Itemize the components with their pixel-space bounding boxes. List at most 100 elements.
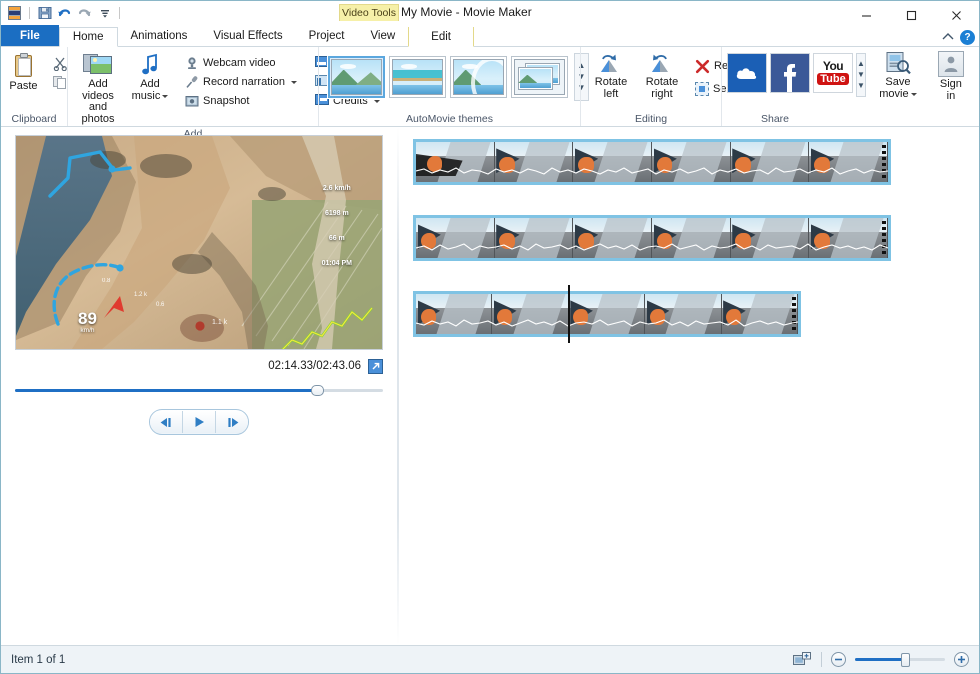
group-label-automovie: AutoMovie themes: [319, 112, 580, 126]
sign-in-icon: [938, 51, 964, 77]
add-videos-label-line2: and photos: [81, 101, 114, 125]
clip-frame: [492, 294, 568, 334]
speed-readout: 89 km/h: [78, 311, 97, 335]
help-icon[interactable]: ?: [960, 30, 975, 45]
remove-icon: [695, 59, 710, 74]
photos-icon: [83, 53, 113, 77]
timeline-playhead[interactable]: [568, 285, 570, 343]
app-menu-icon[interactable]: [6, 5, 23, 22]
sign-in-label-line1: Sign: [940, 78, 962, 90]
zoom-thumb[interactable]: [901, 653, 910, 667]
item-count-label: Item 1 of 1: [11, 654, 65, 666]
rotate-left-button[interactable]: Rotate left: [586, 51, 636, 102]
redo-icon[interactable]: [76, 5, 93, 22]
share-facebook-button[interactable]: [770, 53, 810, 93]
theme-thumbnail-1[interactable]: [328, 56, 385, 98]
clip-frame: [652, 142, 731, 182]
onedrive-icon: [728, 54, 766, 92]
share-more-icon[interactable]: ▼: [857, 82, 865, 90]
fullscreen-icon[interactable]: [368, 359, 383, 374]
play-button[interactable]: [182, 411, 215, 433]
add-videos-label-line1: Add videos: [82, 78, 114, 102]
contextual-tab-group-label: Video Tools: [339, 4, 399, 21]
save-movie-label-line2: movie: [879, 89, 908, 101]
zoom-out-button[interactable]: [831, 652, 846, 667]
share-gallery-scroll: ▲ ▼ ▼: [856, 53, 866, 97]
select-all-icon: [695, 82, 709, 96]
clip-frame: [809, 218, 888, 258]
tab-project[interactable]: Project: [296, 26, 358, 46]
share-scroll-down-icon[interactable]: ▼: [857, 71, 865, 79]
seek-thumb[interactable]: [311, 385, 324, 396]
record-narration-button[interactable]: Record narration: [181, 73, 301, 91]
seek-slider[interactable]: [15, 384, 383, 396]
paste-icon: [13, 53, 35, 79]
tab-view[interactable]: View: [357, 26, 408, 46]
timeline-clip-3[interactable]: [413, 291, 801, 337]
telemetry-time: 01:04 PM: [322, 259, 352, 268]
previous-frame-button[interactable]: [150, 411, 182, 433]
clip-frame: [416, 218, 495, 258]
webcam-video-label: Webcam video: [203, 57, 276, 69]
zoom-in-button[interactable]: [954, 652, 969, 667]
rotate-right-label-line2: right: [651, 88, 672, 100]
movie-maker-window: Video Tools My Movie - Movie Maker File …: [0, 0, 980, 674]
rotate-left-icon: [598, 53, 624, 75]
save-icon[interactable]: [36, 5, 53, 22]
customize-qat-icon[interactable]: [96, 5, 113, 22]
share-onedrive-button[interactable]: [727, 53, 767, 93]
tab-file[interactable]: File: [1, 25, 59, 46]
storyboard-timeline[interactable]: [399, 127, 979, 645]
save-movie-caret-icon[interactable]: [911, 93, 917, 96]
record-narration-caret-icon[interactable]: [291, 81, 297, 84]
sign-in-button[interactable]: Sign in: [926, 49, 976, 104]
add-music-caret-icon[interactable]: [162, 95, 168, 98]
undo-icon[interactable]: [56, 5, 73, 22]
ribbon-help-row: ?: [942, 30, 975, 45]
save-movie-button[interactable]: Save movie: [873, 49, 923, 102]
tab-animations[interactable]: Animations: [118, 26, 201, 46]
transport-controls: [149, 409, 249, 435]
facebook-icon: [771, 54, 809, 92]
webcam-video-button[interactable]: Webcam video: [181, 54, 301, 72]
clip-frame: [652, 218, 731, 258]
video-preview[interactable]: 1.2 k 0.8 0.6 1.1 k 89 km/h 2.6 km/h 619…: [15, 135, 383, 350]
add-videos-and-photos-button[interactable]: Add videos and photos: [73, 51, 123, 127]
thumbnail-size-icon[interactable]: [793, 652, 812, 668]
collapse-ribbon-icon[interactable]: [942, 32, 954, 44]
group-label-clipboard: Clipboard: [1, 112, 67, 126]
theme-thumbnail-2[interactable]: [389, 56, 446, 98]
theme-thumbnail-4[interactable]: [511, 56, 568, 98]
sign-in-label-line2: in: [947, 90, 956, 102]
telemetry-speed: 2.6 km/h: [322, 184, 352, 193]
share-youtube-button[interactable]: You Tube: [813, 53, 853, 93]
timeline-clip-1[interactable]: [413, 139, 891, 185]
save-movie-icon: [885, 51, 911, 75]
tab-edit[interactable]: Edit: [408, 27, 474, 47]
status-divider: [821, 652, 822, 667]
theme-thumbnail-3[interactable]: [450, 56, 507, 98]
tab-visual-effects[interactable]: Visual Effects: [200, 26, 295, 46]
clip-3-filmstrip: [416, 294, 798, 334]
telemetry-elevation: 6198 m: [322, 209, 352, 218]
rotate-right-label-line1: Rotate: [646, 76, 678, 88]
speed-value: 89: [78, 311, 97, 327]
zoom-slider[interactable]: [855, 654, 945, 666]
snapshot-label: Snapshot: [203, 95, 249, 107]
tab-home[interactable]: Home: [59, 27, 118, 47]
clip-frame: [573, 218, 652, 258]
clip-frame: [722, 294, 798, 334]
rotate-right-button[interactable]: Rotate right: [637, 51, 687, 102]
next-frame-button[interactable]: [215, 411, 248, 433]
share-scroll-up-icon[interactable]: ▲: [857, 60, 865, 68]
youtube-you-text: You: [823, 61, 843, 72]
snapshot-button[interactable]: Snapshot: [181, 92, 301, 110]
add-music-button[interactable]: Add music: [125, 51, 175, 104]
timeline-clip-2[interactable]: [413, 215, 891, 261]
quick-access-toolbar: [1, 1, 123, 25]
clip-frame: [416, 142, 495, 182]
telemetry-altitude: 66 m: [322, 234, 352, 243]
webcam-icon: [185, 56, 199, 70]
ribbon-group-automovie-themes: ▲ ▼ ▼ AutoMovie themes: [318, 47, 580, 126]
paste-button[interactable]: Paste: [0, 51, 49, 95]
